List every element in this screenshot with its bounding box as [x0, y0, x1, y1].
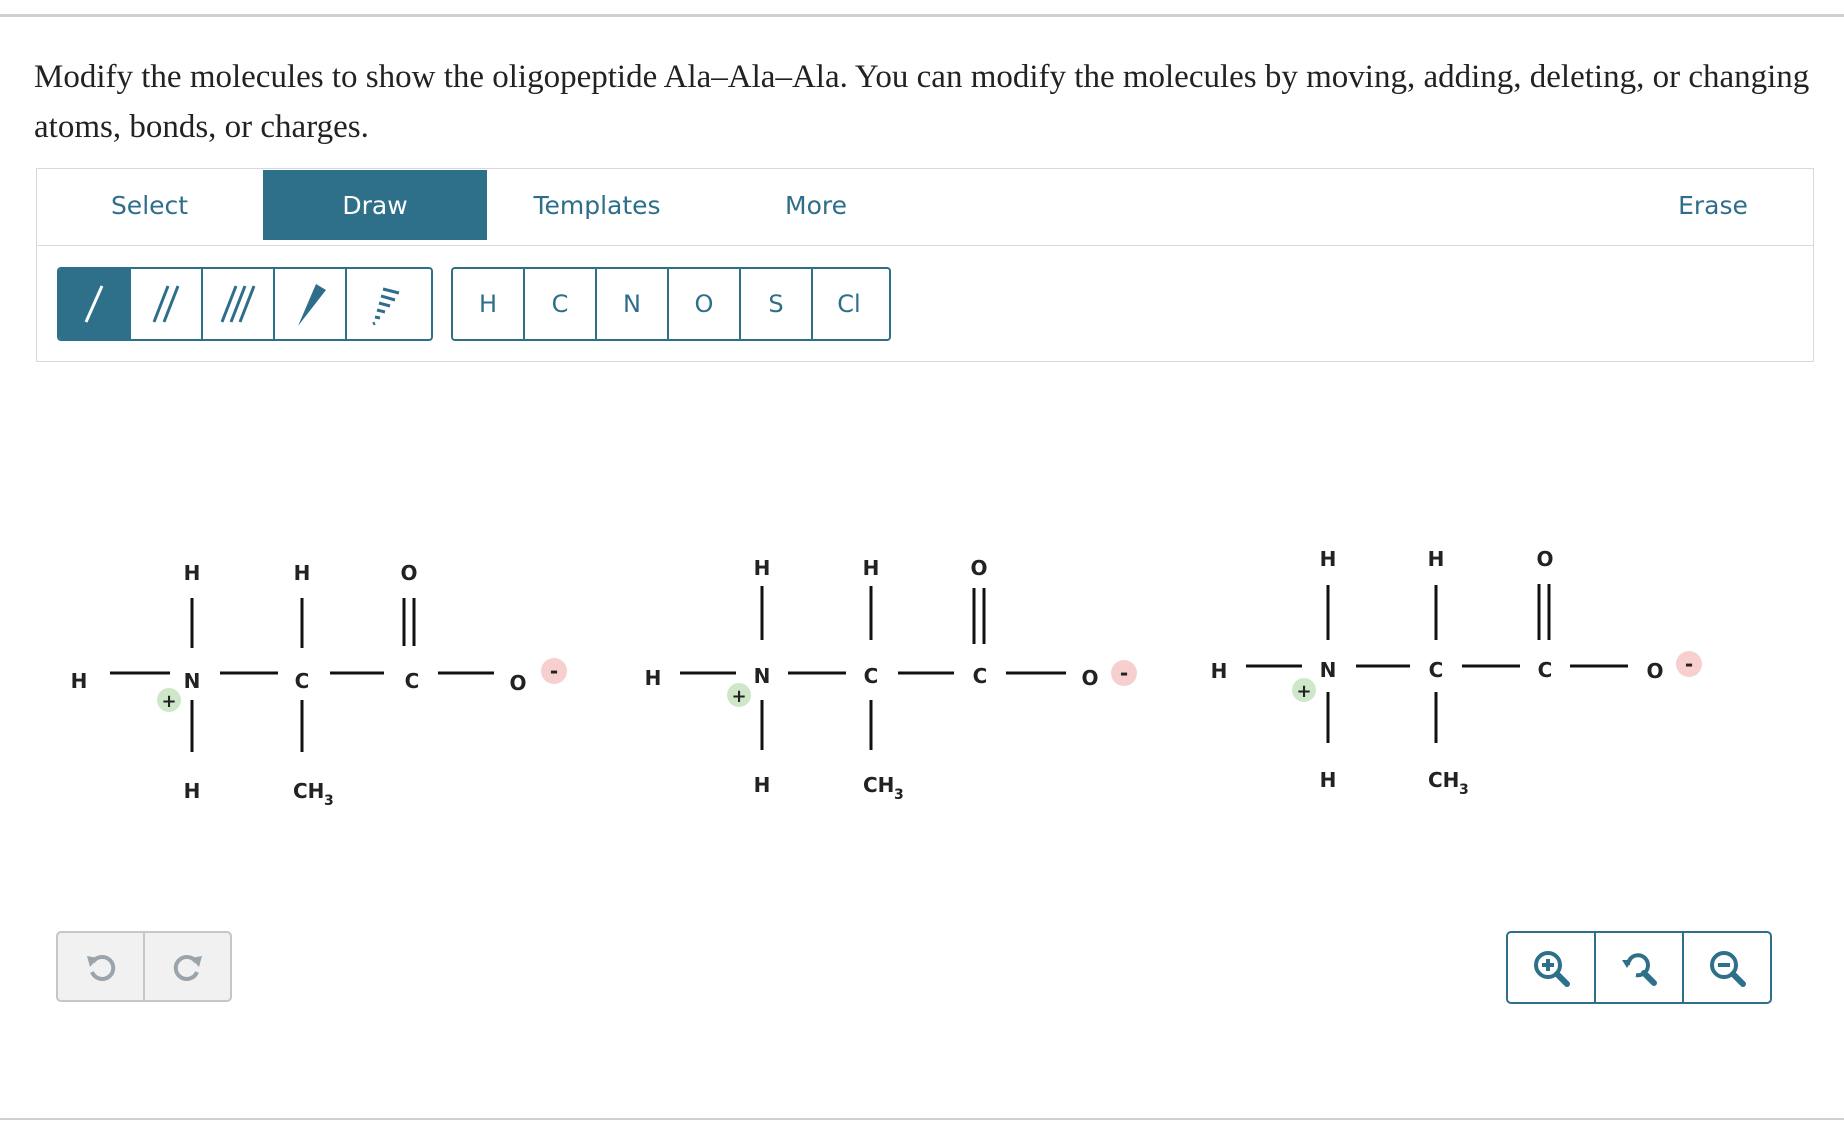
atom-h[interactable]: H — [1428, 547, 1445, 571]
atom-h[interactable]: H — [71, 669, 88, 693]
element-tools: H C N O S Cl — [451, 267, 891, 341]
bond-tools — [57, 267, 433, 341]
negative-charge[interactable]: - — [1685, 652, 1693, 676]
element-cl-button[interactable]: Cl — [813, 269, 885, 339]
undo-icon — [86, 954, 115, 981]
drawing-canvas[interactable]: H N C C O H H O H CH 3 + - H N C C O H H… — [0, 370, 1844, 890]
atom-h[interactable]: H — [645, 666, 662, 690]
top-divider — [0, 14, 1844, 17]
tabs-row: Select Draw Templates More Erase — [37, 169, 1813, 246]
atom-o[interactable]: O — [400, 561, 417, 585]
atom-c[interactable]: C — [973, 664, 988, 688]
single-bond-icon — [84, 285, 104, 323]
molecule-3[interactable]: H N C C O H H O H CH 3 + - — [1211, 547, 1702, 798]
hash-bond-tool[interactable] — [347, 269, 419, 339]
molecule-1[interactable]: H N C C O H H O H CH 3 + - — [71, 561, 567, 809]
zoom-controls — [1506, 931, 1772, 1004]
single-bond-tool[interactable] — [59, 269, 131, 339]
atom-c[interactable]: C — [1538, 658, 1553, 682]
subscript-3: 3 — [1459, 782, 1469, 798]
subscript-3: 3 — [324, 793, 334, 809]
element-s-button[interactable]: S — [741, 269, 813, 339]
atom-h[interactable]: H — [294, 561, 311, 585]
positive-charge[interactable]: + — [731, 686, 746, 707]
atom-c[interactable]: C — [295, 669, 310, 693]
atom-o[interactable]: O — [1536, 547, 1553, 571]
atom-h[interactable]: H — [184, 779, 201, 803]
atom-c[interactable]: C — [1429, 658, 1444, 682]
triple-bond-icon — [220, 285, 256, 323]
triple-bond-tool[interactable] — [203, 269, 275, 339]
atom-ch[interactable]: CH — [1428, 768, 1459, 792]
wedge-bond-tool[interactable] — [275, 269, 347, 339]
bottom-divider — [0, 1118, 1844, 1120]
atom-n[interactable]: N — [1320, 658, 1337, 682]
atom-h[interactable]: H — [1320, 768, 1337, 792]
tab-templates[interactable]: Templates — [487, 170, 707, 240]
atom-h[interactable]: H — [184, 561, 201, 585]
atom-c[interactable]: C — [405, 669, 420, 693]
history-controls — [56, 931, 232, 1002]
zoom-in-button[interactable] — [1508, 933, 1596, 1002]
wedge-bond-icon — [298, 284, 326, 326]
undo-button[interactable] — [58, 933, 145, 1000]
tab-more[interactable]: More — [707, 170, 925, 240]
question-prompt: Modify the molecules to show the oligope… — [34, 59, 1810, 145]
negative-charge[interactable]: - — [1120, 661, 1128, 685]
zoom-in-icon — [1534, 950, 1570, 987]
zoom-reset-button[interactable] — [1596, 933, 1684, 1002]
redo-icon — [173, 954, 202, 981]
subscript-3: 3 — [894, 787, 904, 803]
atom-n[interactable]: N — [184, 669, 201, 693]
element-h-button[interactable]: H — [453, 269, 525, 339]
redo-button[interactable] — [145, 933, 230, 1000]
positive-charge[interactable]: + — [1296, 681, 1311, 702]
atom-ch[interactable]: CH — [863, 773, 894, 797]
atom-n[interactable]: N — [754, 664, 771, 688]
atom-h[interactable]: H — [754, 773, 771, 797]
atom-o[interactable]: O — [970, 556, 987, 580]
element-c-button[interactable]: C — [525, 269, 597, 339]
positive-charge[interactable]: + — [161, 691, 176, 712]
atom-o[interactable]: O — [509, 671, 526, 695]
hash-bond-icon — [372, 287, 400, 326]
atom-h[interactable]: H — [1211, 659, 1228, 683]
element-n-button[interactable]: N — [597, 269, 669, 339]
atom-o[interactable]: O — [1646, 659, 1663, 683]
zoom-out-button[interactable] — [1684, 933, 1770, 1002]
sketcher-toolbar: Select Draw Templates More Erase H C N O… — [36, 168, 1814, 362]
molecule-2[interactable]: H N C C O H H O H CH 3 + - — [645, 556, 1137, 803]
atom-h[interactable]: H — [1320, 547, 1337, 571]
atom-o[interactable]: O — [1081, 666, 1098, 690]
atom-h[interactable]: H — [863, 556, 880, 580]
atom-c[interactable]: C — [864, 664, 879, 688]
tab-select[interactable]: Select — [37, 170, 262, 240]
zoom-reset-icon — [1622, 952, 1657, 986]
atom-ch[interactable]: CH — [293, 779, 324, 803]
double-bond-icon — [152, 285, 180, 323]
tab-draw[interactable]: Draw — [263, 170, 487, 240]
zoom-out-icon — [1710, 950, 1746, 987]
element-o-button[interactable]: O — [669, 269, 741, 339]
atom-h[interactable]: H — [754, 556, 771, 580]
double-bond-tool[interactable] — [131, 269, 203, 339]
negative-charge[interactable]: - — [550, 659, 558, 683]
tab-erase[interactable]: Erase — [1613, 170, 1813, 240]
